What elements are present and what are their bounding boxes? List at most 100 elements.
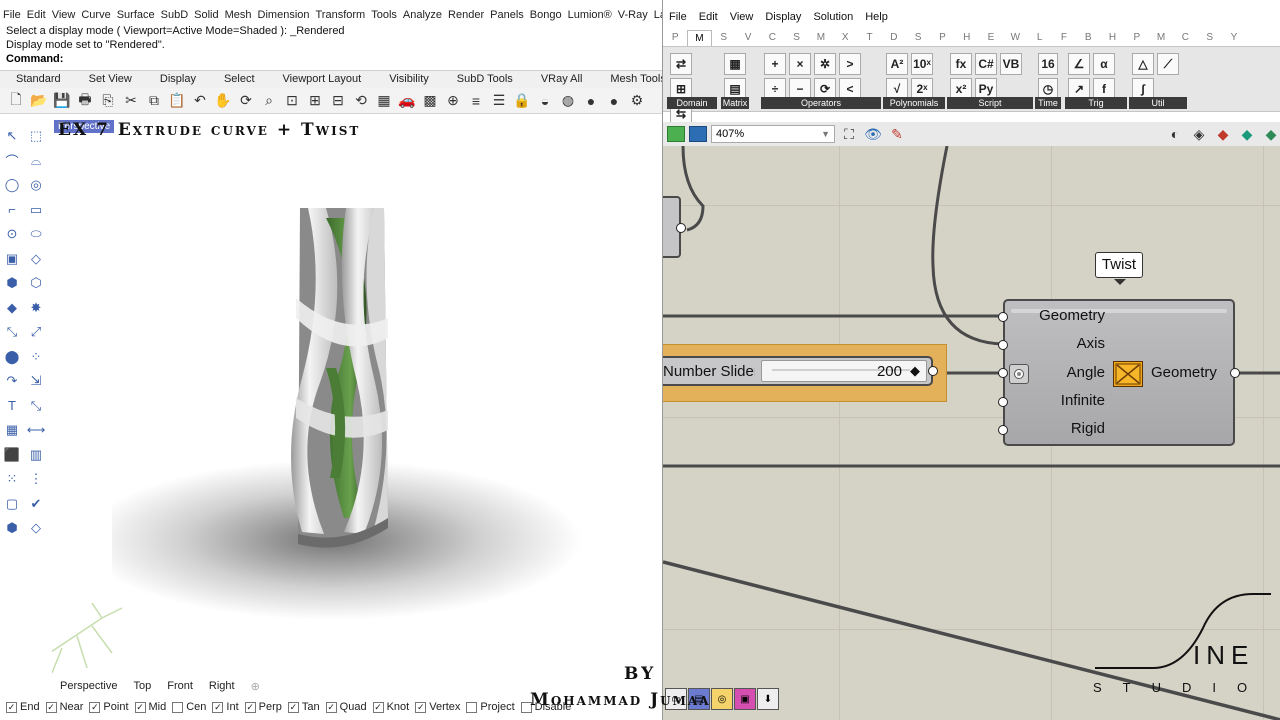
category-tab[interactable]: S xyxy=(712,30,736,46)
layer-icon[interactable]: ≡ xyxy=(466,91,486,111)
bottom-tool-icon[interactable]: ▣ xyxy=(734,688,756,710)
power-of-10-icon[interactable]: 10ˣ xyxy=(911,53,933,75)
alpha-icon[interactable]: α xyxy=(1093,53,1115,75)
osnap-tan[interactable]: ✓ Tan xyxy=(287,701,320,713)
category-tab[interactable]: X xyxy=(833,30,857,46)
ribbon-group-label[interactable]: Trig xyxy=(1065,97,1127,109)
layer-icon[interactable]: ▥ xyxy=(27,446,45,464)
pan-icon[interactable]: ✋ xyxy=(213,91,233,111)
explode-icon[interactable]: ✸ xyxy=(27,299,45,317)
menu-item[interactable]: V-Ray xyxy=(615,6,651,24)
menu-item[interactable]: Render xyxy=(445,6,487,24)
triangle-icon[interactable]: ∠ xyxy=(1068,53,1090,75)
menu-item[interactable]: Edit xyxy=(24,6,49,24)
sphere-icon[interactable]: ● xyxy=(581,91,601,111)
slider-grip-icon[interactable]: ◆ xyxy=(910,363,920,379)
menu-item[interactable]: Tools xyxy=(368,6,400,24)
zoom-extents-icon[interactable]: ⊞ xyxy=(305,91,325,111)
category-tab[interactable]: S xyxy=(1198,30,1222,46)
osnap-perp[interactable]: ✓ Perp xyxy=(244,701,282,713)
toolbar-tab[interactable]: SubD Tools xyxy=(441,71,525,88)
material-icon[interactable]: ◆ xyxy=(1261,124,1280,144)
solid-icon[interactable]: ⬡ xyxy=(27,274,45,292)
input-port[interactable] xyxy=(998,340,1008,350)
viewport-tab[interactable]: Top xyxy=(125,680,159,692)
viewport-tab[interactable]: Front xyxy=(159,680,201,692)
osnap-int[interactable]: ✓ Int xyxy=(212,701,239,713)
output-port[interactable] xyxy=(676,223,686,233)
osnap-cen[interactable]: Cen xyxy=(172,701,206,713)
input-rigid[interactable]: Rigid xyxy=(1005,420,1105,437)
array-icon[interactable]: ⁘ xyxy=(27,348,45,366)
input-port[interactable] xyxy=(998,397,1008,407)
viewport-tab[interactable]: Perspective xyxy=(52,680,125,692)
ribbon-group-label[interactable]: Matrix xyxy=(721,97,749,109)
boolean-icon[interactable]: ⬤ xyxy=(3,348,21,366)
select-icon[interactable]: ↖ xyxy=(3,127,21,145)
toolbar-tab[interactable]: Display xyxy=(144,71,208,88)
menu-item[interactable]: Solid xyxy=(191,6,221,24)
category-tab[interactable]: C xyxy=(760,30,784,46)
osnap-checkbox[interactable]: ✓ xyxy=(6,701,17,713)
osnap-end[interactable]: ✓ End xyxy=(6,701,40,713)
category-tab[interactable]: T xyxy=(857,30,881,46)
shaded-preview-icon[interactable]: ◈ xyxy=(1189,124,1209,144)
matrix-icon[interactable]: ▦ xyxy=(724,53,746,75)
osnap-near[interactable]: ✓ Near xyxy=(45,701,83,713)
category-tab[interactable]: S xyxy=(784,30,808,46)
larger-than-icon[interactable]: > xyxy=(839,53,861,75)
number-slider[interactable]: Number Slider 200 ◆ xyxy=(663,356,938,386)
curve-icon[interactable]: ⊙ xyxy=(3,225,21,243)
open-icon[interactable]: 📂 xyxy=(29,91,49,111)
ribbon-group-label[interactable]: Time xyxy=(1035,97,1061,109)
gh-menu-item[interactable]: View xyxy=(724,8,760,26)
osnap-checkbox[interactable] xyxy=(466,701,478,713)
sketch-icon[interactable]: ✎ xyxy=(887,124,907,144)
osnap-checkbox[interactable]: ✓ xyxy=(287,701,299,713)
mesh-tools-icon[interactable]: ⬢ xyxy=(3,519,21,537)
text-icon[interactable]: T xyxy=(3,397,21,415)
color-wheel-icon[interactable]: ◍ xyxy=(558,91,578,111)
category-tab[interactable]: M xyxy=(687,30,712,46)
zoom-selected-icon[interactable]: ⊟ xyxy=(328,91,348,111)
cut-icon[interactable]: ✂ xyxy=(121,91,141,111)
box-icon[interactable]: ⬢ xyxy=(3,274,21,292)
category-tab[interactable]: F xyxy=(1052,30,1076,46)
ribbon-group-label[interactable]: Script xyxy=(947,97,1033,109)
bottom-tool-icon[interactable]: ⬇ xyxy=(757,688,779,710)
mesh-quality-icon[interactable]: ◆ xyxy=(1237,124,1257,144)
osnap-project[interactable]: Project xyxy=(466,701,515,713)
select-window-icon[interactable]: ⬚ xyxy=(27,127,45,145)
multiplication-icon[interactable]: × xyxy=(789,53,811,75)
render-tools-icon[interactable]: ◇ xyxy=(27,519,45,537)
save-icon[interactable]: 💾 xyxy=(52,91,72,111)
ribbon-group-label[interactable]: Polynomials xyxy=(883,97,945,109)
power-of-2-icon[interactable]: A² xyxy=(886,53,908,75)
angle-parameter-icon[interactable] xyxy=(1009,364,1029,384)
gh-menu-item[interactable]: Display xyxy=(759,8,807,26)
ribbon-group-label[interactable]: Operators xyxy=(761,97,881,109)
category-tab[interactable]: L xyxy=(1027,30,1051,46)
gh-menu-item[interactable]: Edit xyxy=(693,8,724,26)
osnap-checkbox[interactable]: ✓ xyxy=(134,701,146,713)
circle-icon[interactable]: ◯ xyxy=(3,176,21,194)
gh-menu-item[interactable]: Help xyxy=(859,8,894,26)
paste-icon[interactable]: 📋 xyxy=(167,91,187,111)
rotate-icon[interactable]: ↷ xyxy=(3,372,21,390)
menu-item[interactable]: Curve xyxy=(78,6,113,24)
category-tab[interactable]: S xyxy=(906,30,930,46)
toolbar-tab[interactable]: Set View xyxy=(73,71,144,88)
polyline-icon[interactable]: ⌒ xyxy=(3,152,21,170)
move-icon[interactable]: ⤡ xyxy=(3,323,21,341)
ellipse-icon[interactable]: ◎ xyxy=(27,176,45,194)
four-views-icon[interactable]: ▦ xyxy=(374,91,394,111)
gh-menu-item[interactable]: Solution xyxy=(807,8,859,26)
zoom-field[interactable]: 407% ▼ xyxy=(711,125,835,143)
open-file-icon[interactable] xyxy=(667,126,685,142)
zoom-extents-icon[interactable]: ⛶ xyxy=(839,124,859,144)
mesh-icon[interactable]: ◆ xyxy=(3,299,21,317)
gh-canvas[interactable]: Number Slider 200 ◆ Twist Geometry Axis … xyxy=(663,146,1280,720)
rotate-icon[interactable]: ⟳ xyxy=(236,91,256,111)
toolbar-tab[interactable]: Visibility xyxy=(373,71,441,88)
output-port[interactable] xyxy=(1230,368,1240,378)
